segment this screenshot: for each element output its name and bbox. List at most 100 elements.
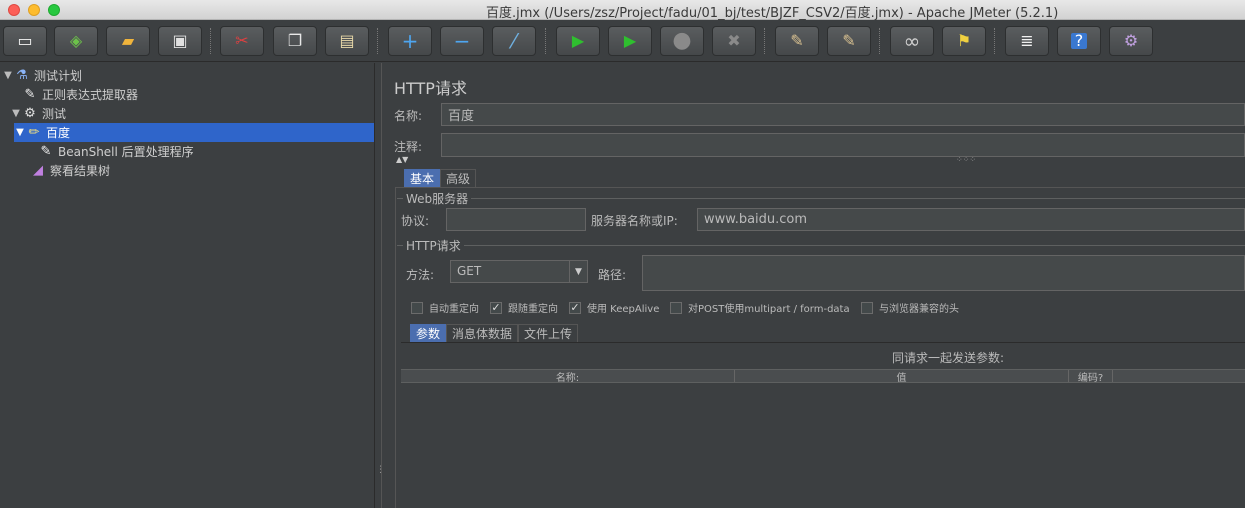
tab-basic[interactable]: 基本 bbox=[404, 169, 441, 187]
method-label: 方法: bbox=[406, 268, 435, 282]
shutdown-icon: ✖ bbox=[727, 31, 741, 50]
name-field[interactable]: 百度 bbox=[441, 103, 1245, 126]
tree-node-view-results-tree[interactable]: ◢ 察看结果树 bbox=[30, 161, 110, 180]
toggle-button[interactable]: ⁄ bbox=[492, 26, 536, 56]
tree-node-regex-extractor[interactable]: ✎ 正则表达式提取器 bbox=[22, 85, 138, 104]
tree-node-label: 正则表达式提取器 bbox=[42, 88, 139, 102]
protocol-field[interactable] bbox=[446, 208, 586, 231]
close-window-button[interactable] bbox=[8, 4, 20, 16]
stop-button[interactable]: ● bbox=[660, 26, 704, 56]
test-plan-tree: ▼ ⚗ 测试计划 ✎ 正则表达式提取器 ▼ ⚙ 测试 ▼ ✏ 百度 ✎ Bean… bbox=[0, 63, 374, 508]
help-icon: ? bbox=[1070, 33, 1088, 49]
maximize-window-button[interactable] bbox=[48, 4, 60, 16]
tab-parameters[interactable]: 参数 bbox=[410, 324, 447, 342]
expand-arrow-icon[interactable]: ▼ bbox=[10, 108, 22, 119]
server-field[interactable]: www.baidu.com bbox=[697, 208, 1245, 231]
tree-node-test-plan[interactable]: ▼ ⚗ 测试计划 bbox=[2, 66, 82, 85]
collapse-arrows-icon[interactable]: ▲▼ bbox=[396, 155, 408, 164]
tree-node-label: BeanShell 后置处理程序 bbox=[58, 145, 194, 159]
checkbox-checked-icon[interactable]: ✓ bbox=[569, 301, 581, 314]
parameter-tabs: 参数 消息体数据 文件上传 bbox=[410, 324, 579, 342]
remote-icon: ⚙ bbox=[1123, 31, 1139, 50]
column-header-name[interactable]: 名称: bbox=[401, 370, 735, 384]
checkbox-label: 自动重定向 bbox=[429, 304, 479, 315]
expand-arrow-icon[interactable]: ▼ bbox=[2, 70, 14, 81]
extractor-icon: ✎ bbox=[24, 87, 36, 102]
parameters-table-area: 同请求一起发送参数: 名称: 值 编码? bbox=[401, 342, 1245, 508]
toolbar: ▭ ◈ ▰ ▣ ✂ ❐ ▤ + − ⁄ ▶ ▶ ● ✖ ✎ ✎ ∞ ⚑ ≣ ? … bbox=[0, 20, 1245, 62]
resize-grip-icon[interactable]: ⁘⁘⁘ bbox=[956, 155, 976, 164]
checkbox-unchecked-icon[interactable] bbox=[861, 301, 873, 314]
chevron-down-icon[interactable]: ▼ bbox=[569, 261, 587, 282]
paste-icon: ▤ bbox=[339, 31, 355, 50]
new-file-icon: ▭ bbox=[17, 31, 33, 50]
clear-button[interactable]: ✎ bbox=[775, 26, 819, 56]
config-tabs: 基本 高级 bbox=[404, 169, 477, 187]
toolbar-separator bbox=[545, 28, 547, 54]
test-plan-icon: ⚗ bbox=[16, 68, 28, 83]
column-header-value[interactable]: 值 bbox=[735, 370, 1069, 384]
save-icon: ▣ bbox=[172, 31, 188, 50]
plus-icon: + bbox=[401, 29, 419, 53]
split-pane-divider[interactable]: ⋮ bbox=[374, 63, 385, 508]
web-server-title: Web服务器 bbox=[403, 190, 472, 207]
name-label: 名称: bbox=[394, 109, 423, 123]
multipart-checkbox[interactable]: 对POST使用multipart / form-data bbox=[670, 300, 850, 315]
templates-button[interactable]: ◈ bbox=[54, 26, 98, 56]
http-request-title: HTTP请求 bbox=[403, 237, 464, 254]
shutdown-button[interactable]: ✖ bbox=[712, 26, 756, 56]
toolbar-separator bbox=[994, 28, 996, 54]
checkbox-label: 对POST使用multipart / form-data bbox=[688, 304, 850, 315]
start-no-pause-button[interactable]: ▶ bbox=[608, 26, 652, 56]
panel-title: HTTP请求 bbox=[394, 79, 467, 98]
paste-button[interactable]: ▤ bbox=[325, 26, 369, 56]
window-title: 百度.jmx (/Users/zsz/Project/fadu/01_bj/te… bbox=[486, 6, 1059, 21]
function-list-icon: ≣ bbox=[1020, 31, 1034, 50]
tree-node-thread-group[interactable]: ▼ ⚙ 测试 bbox=[10, 104, 66, 123]
tab-file-upload[interactable]: 文件上传 bbox=[518, 324, 579, 342]
help-button[interactable]: ? bbox=[1057, 26, 1101, 56]
search-button[interactable]: ∞ bbox=[890, 26, 934, 56]
checkbox-checked-icon[interactable]: ✓ bbox=[490, 301, 502, 314]
column-header-encode[interactable]: 编码? bbox=[1069, 370, 1113, 384]
toggle-icon: ⁄ bbox=[512, 29, 516, 53]
clear-all-icon: ✎ bbox=[842, 31, 856, 50]
listener-icon: ◢ bbox=[33, 163, 43, 178]
minimize-window-button[interactable] bbox=[28, 4, 40, 16]
new-button[interactable]: ▭ bbox=[3, 26, 47, 56]
tree-node-beanshell-postprocessor[interactable]: ✎ BeanShell 后置处理程序 bbox=[38, 142, 194, 161]
name-value: 百度 bbox=[448, 109, 475, 124]
checkbox-unchecked-icon[interactable] bbox=[670, 301, 682, 314]
stop-icon: ● bbox=[672, 28, 692, 53]
auto-redirect-checkbox[interactable]: 自动重定向 bbox=[411, 300, 479, 315]
collapse-all-button[interactable]: − bbox=[440, 26, 484, 56]
http-request-panel: HTTP请求 名称: 百度 注释: ▲▼ ⁘⁘⁘ 基本 高级 Web服务器 协议… bbox=[383, 63, 1245, 508]
path-field[interactable] bbox=[642, 255, 1245, 291]
clear-all-button[interactable]: ✎ bbox=[827, 26, 871, 56]
save-button[interactable]: ▣ bbox=[158, 26, 202, 56]
expand-arrow-icon[interactable]: ▼ bbox=[14, 127, 26, 138]
tab-advanced[interactable]: 高级 bbox=[440, 169, 477, 187]
browser-compatible-headers-checkbox[interactable]: 与浏览器兼容的头 bbox=[861, 300, 959, 315]
checkbox-unchecked-icon[interactable] bbox=[411, 301, 423, 314]
column-header-extra bbox=[1113, 370, 1245, 382]
expand-all-button[interactable]: + bbox=[388, 26, 432, 56]
copy-button[interactable]: ❐ bbox=[273, 26, 317, 56]
cut-button[interactable]: ✂ bbox=[220, 26, 264, 56]
remote-button[interactable]: ⚙ bbox=[1109, 26, 1153, 56]
function-helper-button[interactable]: ≣ bbox=[1005, 26, 1049, 56]
toolbar-separator bbox=[210, 28, 212, 54]
protocol-label: 协议: bbox=[401, 214, 430, 228]
open-button[interactable]: ▰ bbox=[106, 26, 150, 56]
keepalive-checkbox[interactable]: ✓ 使用 KeepAlive bbox=[569, 300, 659, 315]
start-button[interactable]: ▶ bbox=[556, 26, 600, 56]
follow-redirects-checkbox[interactable]: ✓ 跟随重定向 bbox=[490, 300, 558, 315]
toolbar-separator bbox=[879, 28, 881, 54]
method-select[interactable]: GET ▼ bbox=[450, 260, 588, 283]
tree-node-label: 测试计划 bbox=[34, 69, 83, 83]
tab-body-data[interactable]: 消息体数据 bbox=[446, 324, 519, 342]
minus-icon: − bbox=[453, 29, 471, 53]
tree-node-baidu-sampler[interactable]: ▼ ✏ 百度 bbox=[14, 123, 374, 142]
reset-search-button[interactable]: ⚑ bbox=[942, 26, 986, 56]
comment-field[interactable] bbox=[441, 133, 1245, 157]
